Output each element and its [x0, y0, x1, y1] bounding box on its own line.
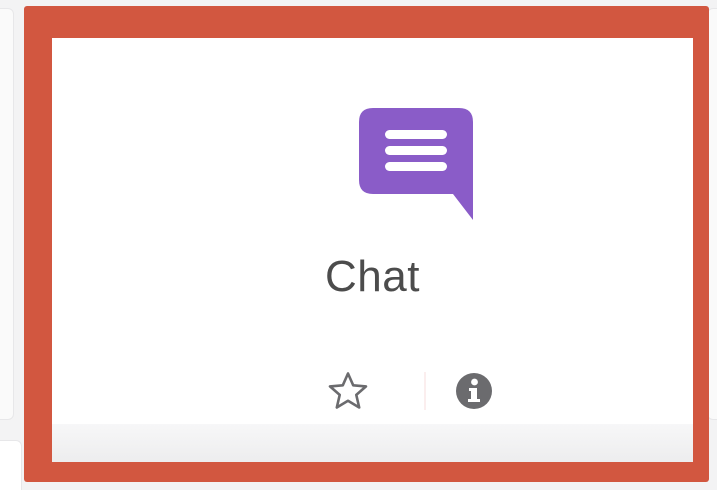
card-footer	[52, 424, 693, 462]
adjacent-module-card-bottom[interactable]	[0, 440, 22, 490]
action-divider	[424, 372, 426, 410]
star-outline-icon	[328, 372, 368, 409]
star-button[interactable]	[324, 369, 372, 413]
screenshot-stage: Chat	[0, 0, 717, 490]
adjacent-module-card-left[interactable]	[0, 8, 14, 420]
chat-bubble-icon	[359, 108, 473, 220]
info-circle-icon	[456, 373, 492, 409]
module-name[interactable]: Chat	[52, 252, 693, 302]
chat-module-card[interactable]: Chat	[52, 38, 693, 462]
info-button[interactable]	[452, 369, 496, 413]
